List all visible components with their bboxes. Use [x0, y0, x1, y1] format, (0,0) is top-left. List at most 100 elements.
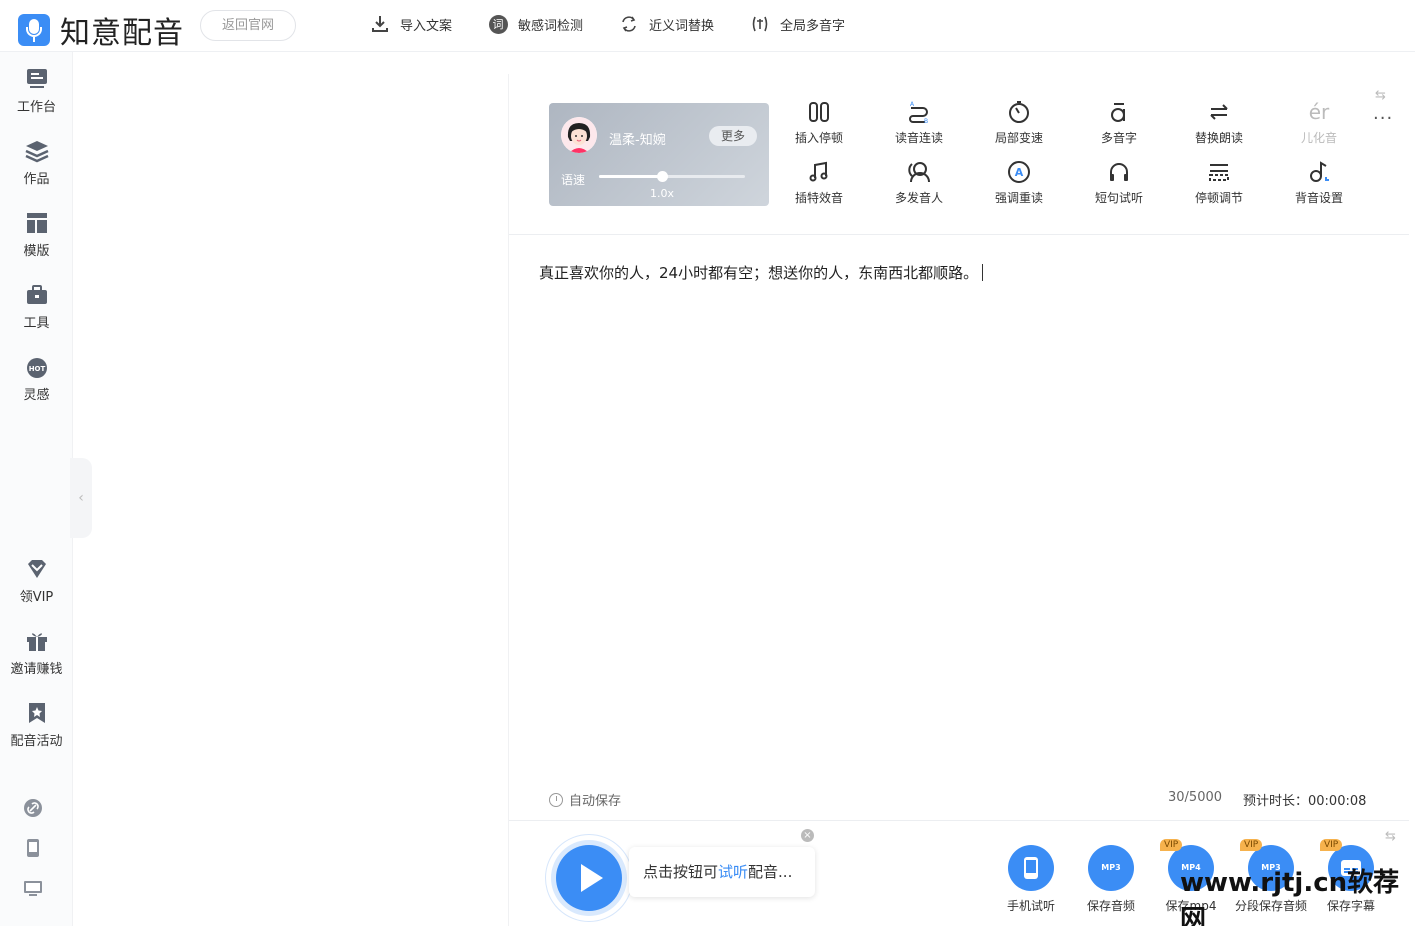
link-icon[interactable]: [23, 798, 43, 818]
sound-effect-icon: [809, 161, 828, 182]
play-button-ring: [545, 834, 633, 922]
word-count: 30/5000: [1168, 790, 1223, 805]
sidebar-collapse-toggle[interactable]: ‹: [70, 458, 92, 538]
top-header: 知意配音 返回官网 导入文案 词 敏感词检测 近义词替换 全局多音字: [0, 0, 1415, 52]
synonym-replace-button[interactable]: 近义词替换: [619, 14, 714, 34]
vip-diamond-icon: [27, 560, 46, 578]
site-watermark: www.rjtj.cn软荐网: [1180, 868, 1400, 926]
svg-text:A: A: [1015, 166, 1024, 179]
activity-star-icon: [28, 703, 45, 723]
editor-toolbar: 温柔-知婉 更多 语速 1.0x 插入停顿 AB 读音连读 局部变速 多音字 替…: [509, 74, 1409, 235]
save-audio-button[interactable]: MP3 保存音频: [1071, 845, 1151, 914]
monitor-icon[interactable]: [23, 878, 43, 898]
editor-panel: 温柔-知婉 更多 语速 1.0x 插入停顿 AB 读音连读 局部变速 多音字 替…: [508, 74, 1409, 926]
import-icon: [370, 14, 390, 34]
status-row: 自动保存 30/5000 预计时长：00:00:08: [509, 790, 1409, 814]
replace-read-button[interactable]: 替换朗读: [1169, 100, 1269, 146]
insert-pause-button[interactable]: 插入停顿: [769, 100, 869, 146]
play-preview-button[interactable]: [556, 845, 622, 911]
microphone-logo-icon: [18, 14, 50, 46]
sensitive-word-check-button[interactable]: 词 敏感词检测: [488, 14, 583, 34]
gift-icon: [26, 633, 47, 651]
polyphonic-icon: [1111, 103, 1125, 122]
preview-link[interactable]: 试听: [718, 863, 748, 881]
svg-text:A: A: [910, 101, 915, 108]
bgm-icon: [1310, 161, 1329, 182]
sensitive-word-icon: 词: [488, 14, 508, 34]
short-preview-button[interactable]: 短句试听: [1069, 160, 1169, 206]
multi-speaker-button[interactable]: 多发音人: [869, 160, 969, 206]
sidebar-item-inspiration[interactable]: HOT 灵感: [0, 354, 73, 403]
speed-label: 语速: [561, 173, 586, 187]
svg-text:HOT: HOT: [28, 365, 45, 373]
sidebar-item-workbench[interactable]: 工作台: [0, 66, 73, 115]
multi-speaker-icon: [908, 162, 930, 183]
sidebar-item-vip[interactable]: 领VIP: [0, 556, 73, 605]
sidebar-item-activity[interactable]: 配音活动: [0, 700, 73, 749]
swap-icon-bottom[interactable]: ⇆: [1385, 829, 1396, 844]
save-mp3-icon: MP3: [1088, 845, 1134, 891]
toolbox-icon: [26, 285, 47, 304]
emphasis-button[interactable]: A 强调重读: [969, 160, 1069, 206]
more-voices-button[interactable]: 更多: [709, 126, 757, 146]
app-logo[interactable]: 知意配音: [18, 8, 184, 52]
text-caret: [982, 264, 984, 281]
tool-grid: 插入停顿 AB 读音连读 局部变速 多音字 替换朗读 ér 儿化音 插特效音 多…: [769, 100, 1369, 210]
preview-tip-bubble: 点击按钮可试听配音...: [629, 847, 815, 897]
estimated-duration: 预计时长：00:00:08: [1243, 794, 1367, 809]
works-icon: [24, 141, 49, 163]
clock-icon: [549, 792, 563, 807]
voice-name: 温柔-知婉: [609, 133, 666, 148]
sidebar-item-works[interactable]: 作品: [0, 138, 73, 187]
local-speed-icon: [1009, 101, 1029, 123]
voice-selector-card[interactable]: 温柔-知婉 更多 语速 1.0x: [549, 103, 769, 206]
toolbar-more-button[interactable]: ···: [1373, 108, 1393, 129]
speed-slider-handle[interactable]: [656, 171, 668, 182]
bgm-setting-button[interactable]: 背音设置: [1269, 160, 1369, 206]
sidebar-item-invite[interactable]: 邀请赚钱: [0, 628, 73, 677]
speed-slider-fill: [599, 175, 662, 178]
text-editor[interactable]: 真正喜欢你的人，24小时都有空；想送你的人，东南西北都顺路。: [539, 262, 984, 283]
synonym-replace-icon: [619, 14, 639, 34]
insert-pause-icon: [809, 102, 829, 122]
polyphonic-button[interactable]: 多音字: [1069, 100, 1169, 146]
vip-badge: VIP: [1160, 839, 1183, 851]
chevron-left-icon: ‹: [78, 490, 84, 506]
global-polyphonic-button[interactable]: 全局多音字: [750, 14, 845, 34]
editor-content: 真正喜欢你的人，24小时都有空；想送你的人，东南西北都顺路。: [539, 264, 979, 282]
local-speed-button[interactable]: 局部变速: [969, 100, 1069, 146]
import-text-button[interactable]: 导入文案: [370, 14, 452, 34]
swap-icon[interactable]: ⇆: [1375, 88, 1386, 103]
erhua-button[interactable]: ér 儿化音: [1269, 100, 1369, 146]
close-tip-icon[interactable]: ×: [801, 829, 814, 842]
vip-badge: VIP: [1320, 839, 1343, 851]
inspiration-hot-icon: HOT: [26, 358, 47, 378]
template-icon: [26, 213, 47, 233]
workbench-icon: [26, 69, 47, 88]
tablet-icon[interactable]: [23, 838, 43, 858]
top-toolbar: 导入文案 词 敏感词检测 近义词替换 全局多音字: [370, 14, 881, 34]
app-name: 知意配音: [60, 16, 184, 51]
liaison-button[interactable]: AB 读音连读: [869, 100, 969, 146]
vip-badge: VIP: [1240, 839, 1263, 851]
pause-adjust-icon: [1209, 164, 1229, 181]
pause-adjust-button[interactable]: 停顿调节: [1169, 160, 1269, 206]
liaison-icon: AB: [909, 101, 928, 124]
replace-read-icon: [1210, 104, 1228, 120]
speed-slider[interactable]: [599, 171, 745, 182]
emphasis-icon: A: [1008, 161, 1030, 183]
phone-preview-button[interactable]: 手机试听: [991, 845, 1071, 914]
phone-preview-icon: [1008, 845, 1054, 891]
voice-avatar: [561, 117, 597, 153]
back-to-site-button[interactable]: 返回官网: [200, 10, 296, 41]
sidebar-item-template[interactable]: 模版: [0, 210, 73, 259]
autosave-indicator: 自动保存: [549, 790, 621, 809]
erhua-icon: ér: [1308, 100, 1330, 124]
sound-effect-button[interactable]: 插特效音: [769, 160, 869, 206]
polyphonic-global-icon: [750, 14, 770, 34]
svg-text:B: B: [924, 118, 928, 124]
headphone-icon: [1110, 163, 1128, 181]
speed-value: 1.0x: [650, 187, 675, 200]
left-sidebar: 工作台 作品 模版 工具 HOT 灵感 领VIP 邀请赚钱 配音活动: [0, 52, 73, 926]
sidebar-item-tools[interactable]: 工具: [0, 282, 73, 331]
